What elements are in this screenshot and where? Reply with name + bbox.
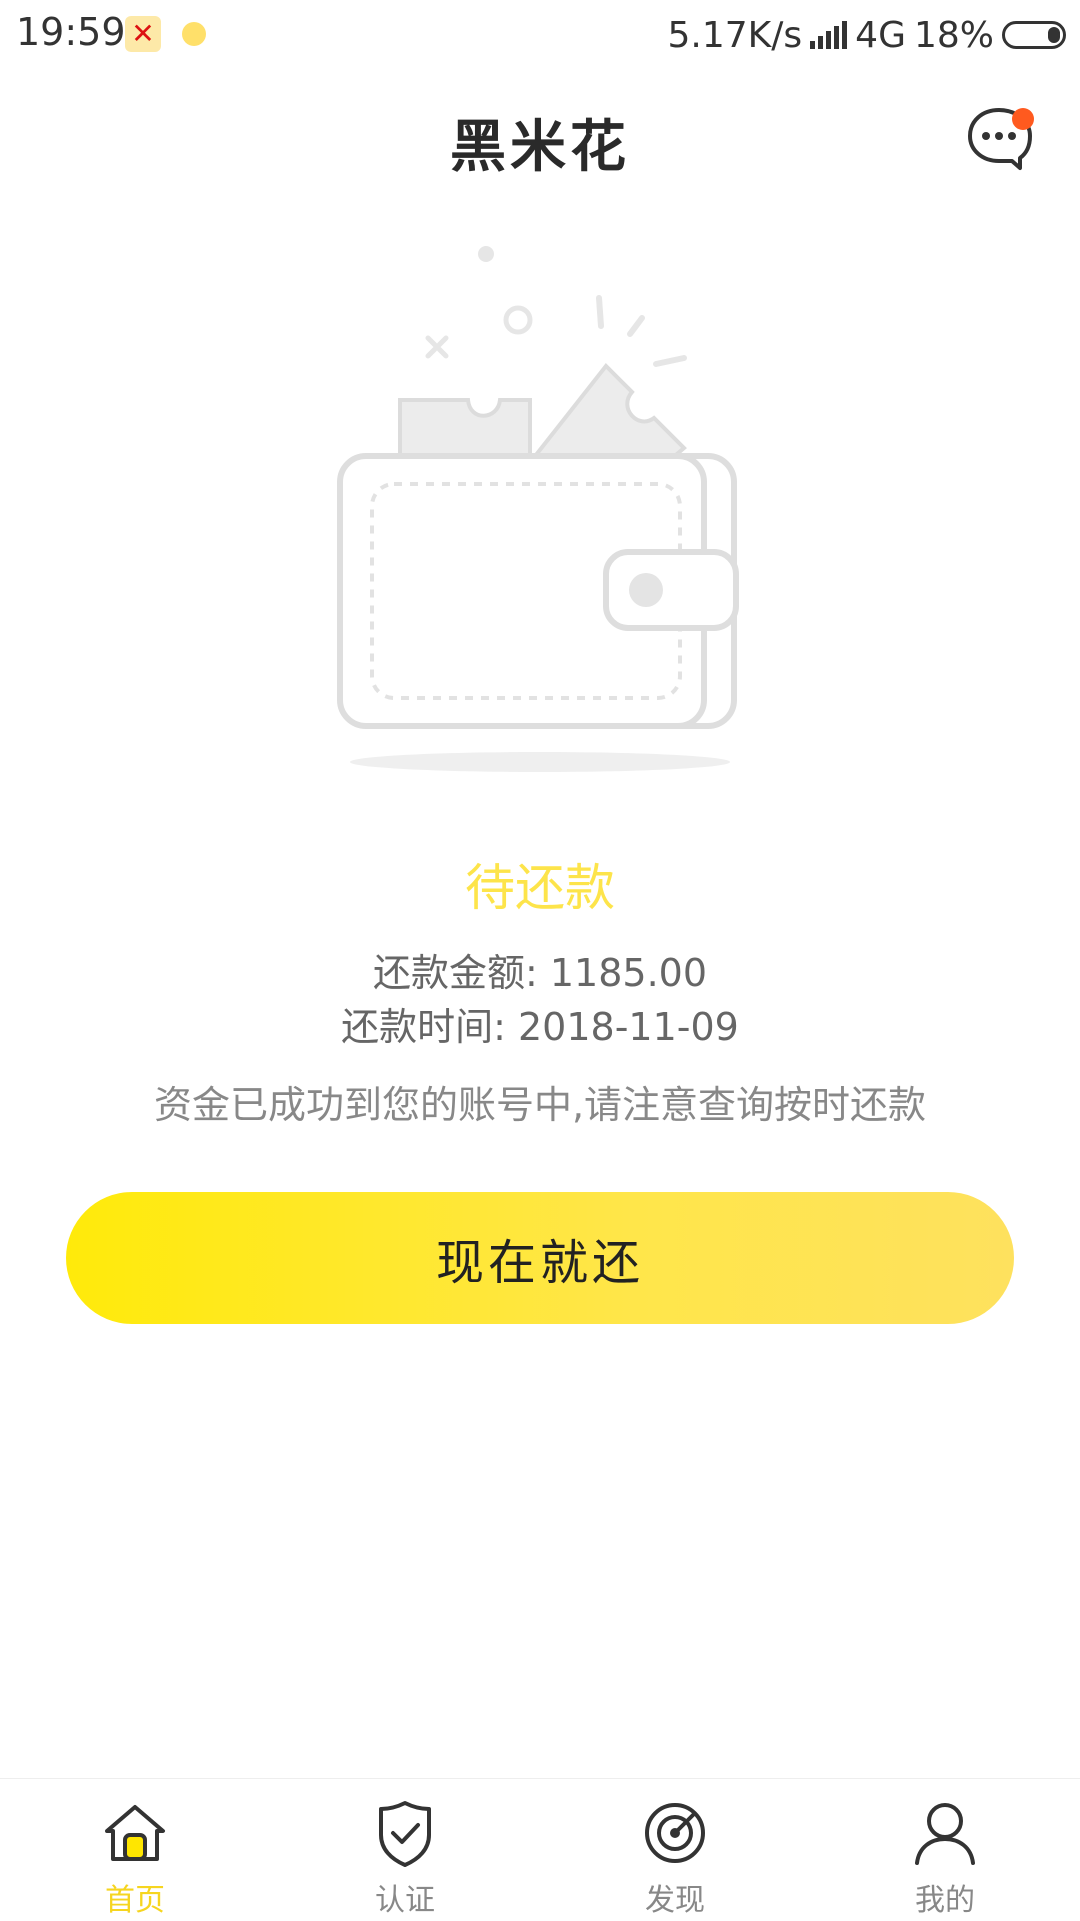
status-right: 5.17K/s 4G 18% xyxy=(668,10,1066,60)
funds-notice: 资金已成功到您的账号中,请注意查询按时还款 xyxy=(153,1083,927,1127)
tab-mine[interactable]: 我的 xyxy=(810,1779,1080,1921)
network-speed: 5.17K/s xyxy=(667,14,803,56)
shield-check-icon xyxy=(379,1801,431,1867)
page-title: 黑米花 xyxy=(450,115,630,180)
app-header: 黑米花 xyxy=(0,70,1080,210)
empty-wallet-illustration xyxy=(300,230,780,790)
signal-icon xyxy=(810,21,848,49)
tab-discover[interactable]: 发现 xyxy=(540,1779,810,1921)
repay-amount: 还款金额: 1185.00 xyxy=(372,951,708,995)
tab-label: 发现 xyxy=(645,1883,705,1918)
message-badge xyxy=(1012,108,1034,130)
status-bar: 19:59 ✕ 5.17K/s 4G 18% xyxy=(0,0,1080,70)
bottom-tab-bar: 首页 认证 发现 我的 xyxy=(0,1778,1080,1921)
compass-icon xyxy=(645,1803,705,1863)
tab-verify[interactable]: 认证 xyxy=(270,1779,540,1921)
tab-label: 认证 xyxy=(375,1883,435,1918)
tab-home[interactable]: 首页 xyxy=(0,1779,270,1921)
user-icon xyxy=(915,1803,975,1865)
repay-date: 还款时间: 2018-11-09 xyxy=(341,1005,739,1049)
home-icon xyxy=(105,1805,165,1861)
tab-label: 首页 xyxy=(105,1883,165,1918)
app-notification-icon: ✕ xyxy=(125,16,161,52)
battery-percent: 18% xyxy=(913,14,994,56)
notification-dot-icon xyxy=(182,22,206,46)
loan-status-title: 待还款 xyxy=(465,859,615,917)
repay-now-button[interactable]: 现在就还 xyxy=(66,1192,1014,1324)
tab-label: 我的 xyxy=(915,1883,975,1918)
network-type: 4G xyxy=(855,14,906,56)
battery-icon xyxy=(1002,21,1066,49)
status-time: 19:59 xyxy=(16,10,126,54)
